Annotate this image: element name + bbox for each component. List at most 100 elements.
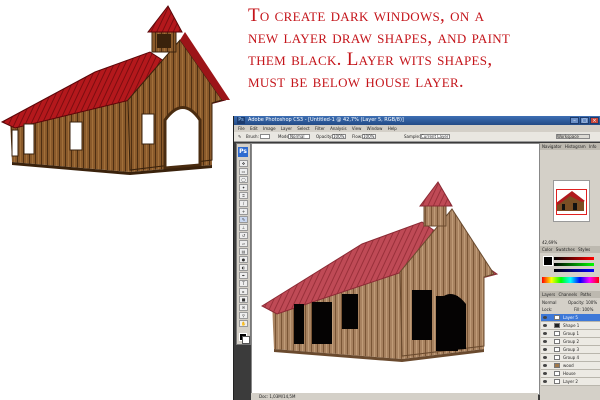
blur-tool-icon[interactable]: ● xyxy=(239,256,248,263)
eye-icon[interactable] xyxy=(543,316,547,319)
flow-field[interactable]: 100% xyxy=(362,134,376,139)
layer-name: Group 2 xyxy=(563,339,579,344)
move-tool-icon[interactable]: ✥ xyxy=(239,160,248,167)
layer-name: Group 4 xyxy=(563,355,579,360)
tab-paths[interactable]: Paths xyxy=(580,292,591,297)
menu-window[interactable]: Window xyxy=(367,126,383,131)
history-brush-tool-icon[interactable]: ↺ xyxy=(239,232,248,239)
layer-row[interactable]: Group 3 xyxy=(541,346,600,354)
menu-analysis[interactable]: Analysis xyxy=(330,126,346,131)
notes-tool-icon[interactable]: ✉ xyxy=(239,304,248,311)
tab-histogram[interactable]: Histogram xyxy=(565,144,586,149)
tab-navigator[interactable]: Navigator xyxy=(542,144,562,149)
canvas-house-artwork xyxy=(260,181,499,362)
lock-label: Lock: xyxy=(542,307,553,312)
layer-row[interactable]: House xyxy=(541,370,600,378)
menu-layer[interactable]: Layer xyxy=(281,126,292,131)
opacity-field[interactable]: 100% xyxy=(332,134,346,139)
brush-picker[interactable] xyxy=(260,134,270,139)
path-select-tool-icon[interactable]: ▸ xyxy=(239,288,248,295)
caption-line-1: To create dark windows, on a xyxy=(248,5,485,26)
menu-image[interactable]: Image xyxy=(263,126,276,131)
menu-filter[interactable]: Filter xyxy=(315,126,325,131)
marquee-tool-icon[interactable]: ▭ xyxy=(239,168,248,175)
healing-tool-icon[interactable]: + xyxy=(239,208,248,215)
tab-layers[interactable]: Layers xyxy=(542,292,555,297)
eye-icon[interactable] xyxy=(543,340,547,343)
eye-icon[interactable] xyxy=(543,380,547,383)
dodge-tool-icon[interactable]: ◐ xyxy=(239,264,248,271)
menu-view[interactable]: View xyxy=(352,126,362,131)
layer-name: House xyxy=(563,371,576,376)
brush-tool-icon[interactable]: ✎ xyxy=(239,216,248,223)
options-bar: ✎ Brush: Mode: Normal Opacity: 100% Flow… xyxy=(234,132,600,142)
layer-thumbnail xyxy=(554,371,560,376)
gradient-tool-icon[interactable]: ▤ xyxy=(239,248,248,255)
window-title: Adobe Photoshop CS3 - [Untitled-1 @ 42,7… xyxy=(248,117,404,123)
crop-tool-icon[interactable]: ⌗ xyxy=(239,192,248,199)
layer-name: Group 1 xyxy=(563,331,579,336)
eye-icon[interactable] xyxy=(543,348,547,351)
layer-row[interactable]: Group 1 xyxy=(541,330,600,338)
layer-row[interactable]: Layer 5 xyxy=(541,314,600,322)
sample-select[interactable]: Current Layer xyxy=(420,134,450,139)
magic-wand-tool-icon[interactable]: ✦ xyxy=(239,184,248,191)
stamp-tool-icon[interactable]: ⊥ xyxy=(239,224,248,231)
color-panel-foreground[interactable] xyxy=(543,256,553,266)
document-canvas[interactable] xyxy=(251,143,540,395)
menu-edit[interactable]: Edit xyxy=(250,126,258,131)
slice-tool-icon[interactable]: / xyxy=(239,200,248,207)
layer-opacity[interactable]: Opacity: 100% xyxy=(568,300,597,305)
red-slider[interactable] xyxy=(554,257,594,260)
layer-name: Group 3 xyxy=(563,347,579,352)
hand-tool-icon[interactable]: ✋ xyxy=(239,320,248,327)
workspace-button[interactable]: Workspace xyxy=(556,134,590,139)
blend-mode-select[interactable]: Normal xyxy=(542,300,556,305)
layer-row[interactable]: Group 2 xyxy=(541,338,600,346)
lasso-tool-icon[interactable]: ◯ xyxy=(239,176,248,183)
sample-label: Sample: xyxy=(404,134,421,139)
menu-select[interactable]: Select xyxy=(297,126,309,131)
toolbox: Ps ✥ ▭ ◯ ✦ ⌗ / + ✎ ⊥ ↺ ▱ ▤ ● ◐ ✒ T ▸ ■ ✉… xyxy=(236,143,251,345)
background-color-swatch[interactable] xyxy=(242,336,250,344)
caption-line-4: must be below house layer. xyxy=(248,71,464,92)
close-button[interactable]: × xyxy=(590,117,599,124)
navigator-view-box[interactable] xyxy=(556,189,587,215)
minimize-button[interactable]: – xyxy=(570,117,579,124)
eraser-tool-icon[interactable]: ▱ xyxy=(239,240,248,247)
mode-select[interactable]: Normal xyxy=(288,134,310,139)
tab-color[interactable]: Color xyxy=(542,247,552,252)
layer-row[interactable]: wood xyxy=(541,362,600,370)
instruction-caption: To create dark windows, on a new layer d… xyxy=(248,5,598,93)
eye-icon[interactable] xyxy=(543,372,547,375)
menu-file[interactable]: File xyxy=(238,126,245,131)
layer-row[interactable]: Layer 2 xyxy=(541,378,600,386)
navigator-preview[interactable] xyxy=(553,180,590,222)
eyedropper-tool-icon[interactable]: ⚲ xyxy=(239,312,248,319)
eye-icon[interactable] xyxy=(543,324,547,327)
layer-fill[interactable]: Fill: 100% xyxy=(574,307,593,312)
brush-tool-icon[interactable]: ✎ xyxy=(238,132,241,141)
menu-help[interactable]: Help xyxy=(388,126,397,131)
eye-icon[interactable] xyxy=(543,356,547,359)
blue-slider[interactable] xyxy=(554,269,594,272)
pen-tool-icon[interactable]: ✒ xyxy=(239,272,248,279)
layer-row[interactable]: Group 4 xyxy=(541,354,600,362)
folder-icon xyxy=(554,347,560,352)
layers-panel-tabs: Layers Channels Paths xyxy=(540,291,600,298)
tab-info[interactable]: Info xyxy=(589,144,597,149)
layer-name: wood xyxy=(563,363,574,368)
maximize-button[interactable]: □ xyxy=(580,117,589,124)
green-slider[interactable] xyxy=(554,263,594,266)
eye-icon[interactable] xyxy=(543,364,547,367)
color-spectrum-bar[interactable] xyxy=(542,277,599,283)
tab-channels[interactable]: Channels xyxy=(559,292,578,297)
zoom-field[interactable]: 42,69% xyxy=(542,240,557,245)
tab-styles[interactable]: Styles xyxy=(578,247,590,252)
layer-row[interactable]: Shape 1 xyxy=(541,322,600,330)
shape-tool-icon[interactable]: ■ xyxy=(239,296,248,303)
tab-swatches[interactable]: Swatches xyxy=(556,247,575,252)
type-tool-icon[interactable]: T xyxy=(239,280,248,287)
caption-line-2: new layer draw shapes, and paint xyxy=(248,27,511,48)
eye-icon[interactable] xyxy=(543,332,547,335)
